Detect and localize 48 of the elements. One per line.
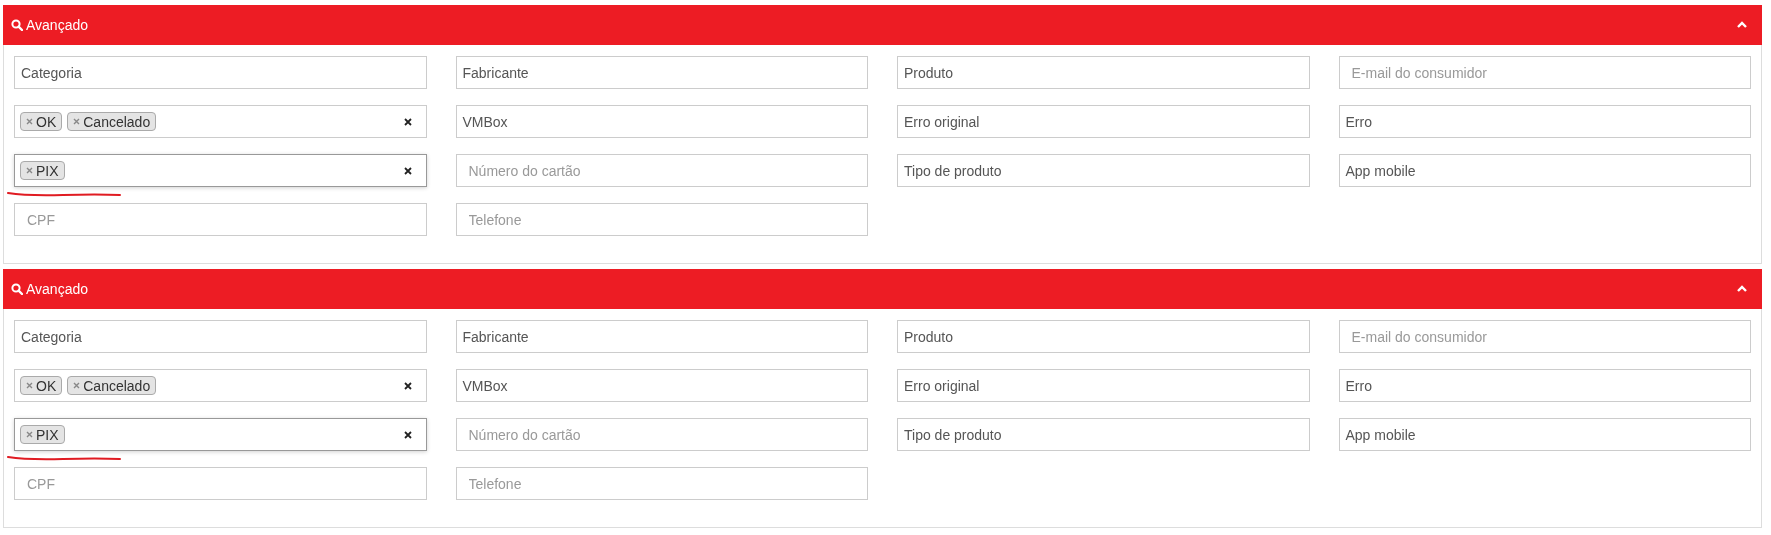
tag-select-field[interactable]: OK Cancelado [14,105,427,138]
select-field[interactable]: App mobile [1338,154,1751,187]
remove-icon[interactable] [73,382,81,389]
tag-select-field[interactable]: PIX [14,154,427,187]
input-field[interactable]: CPF [14,203,427,236]
filter-tag[interactable]: OK [20,112,63,131]
search-icon [11,19,23,31]
select-field[interactable]: VMBox [455,105,868,138]
select-field[interactable]: Categoria [14,56,427,89]
remove-icon[interactable] [26,431,33,438]
filter-tag[interactable]: PIX [20,425,65,444]
select-field[interactable]: Erro [1338,369,1751,402]
input-field[interactable]: E-mail do consumidor [1338,56,1751,89]
select-field[interactable]: Tipo de produto [897,418,1310,451]
select-field[interactable]: Erro original [897,369,1310,402]
clear-icon[interactable] [403,166,412,175]
remove-icon[interactable] [26,382,33,389]
tag-select-field[interactable]: PIX [14,418,427,451]
filter-tag[interactable]: Cancelado [67,376,157,395]
input-field[interactable]: CPF [14,467,427,500]
tag-select-field[interactable]: OK Cancelado [14,369,427,402]
input-field[interactable]: Telefone [455,203,868,236]
filter-tag[interactable]: PIX [20,161,65,180]
input-field[interactable]: Número do cartão [455,154,868,187]
input-field[interactable]: E-mail do consumidor [1338,320,1751,353]
clear-icon[interactable] [403,381,412,390]
select-field[interactable]: Tipo de produto [897,154,1310,187]
select-field[interactable]: Fabricante [455,320,868,353]
select-field[interactable]: Produto [897,56,1310,89]
remove-icon[interactable] [26,118,33,125]
filter-tag[interactable]: OK [20,376,63,395]
remove-icon[interactable] [26,167,33,174]
select-field[interactable]: Erro [1338,105,1751,138]
select-field[interactable]: VMBox [455,369,868,402]
panel-title: Avançado [26,17,88,33]
select-field[interactable]: Fabricante [455,56,868,89]
select-field[interactable]: Produto [897,320,1310,353]
select-field[interactable]: Categoria [14,320,427,353]
select-field[interactable]: Erro original [897,105,1310,138]
select-field[interactable]: App mobile [1338,418,1751,451]
input-field[interactable]: Número do cartão [455,418,868,451]
clear-icon[interactable] [403,117,412,126]
panel-title: Avançado [26,281,88,297]
filter-tag[interactable]: Cancelado [67,112,157,131]
search-icon [11,283,23,295]
clear-icon[interactable] [403,430,412,439]
remove-icon[interactable] [73,118,81,125]
input-field[interactable]: Telefone [455,467,868,500]
